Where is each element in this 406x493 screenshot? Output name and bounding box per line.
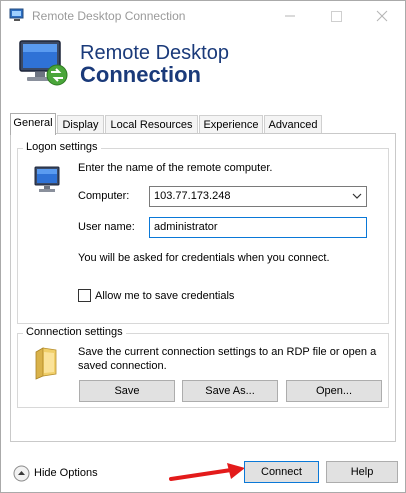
logon-settings-group: Logon settings Enter the name of the rem…	[17, 141, 389, 324]
connect-button[interactable]: Connect	[244, 461, 319, 483]
chevron-down-icon[interactable]	[352, 192, 362, 200]
logon-settings-legend: Logon settings	[23, 141, 101, 153]
save-as-button[interactable]: Save As...	[182, 380, 278, 402]
title-bar[interactable]: Remote Desktop Connection	[1, 1, 405, 31]
close-icon	[376, 10, 388, 22]
connection-description-line2: saved connection.	[78, 360, 167, 372]
tab-advanced[interactable]: Advanced	[264, 115, 322, 134]
credentials-note: You will be asked for credentials when y…	[78, 252, 330, 264]
close-button[interactable]	[359, 1, 405, 31]
tab-experience[interactable]: Experience	[199, 115, 263, 134]
logon-instruction: Enter the name of the remote computer.	[78, 162, 273, 174]
username-label: User name:	[78, 221, 135, 233]
connection-description-line1: Save the current connection settings to …	[78, 346, 377, 358]
general-tab-panel: Logon settings Enter the name of the rem…	[10, 133, 396, 442]
computer-combobox[interactable]: 103.77.173.248	[149, 186, 367, 207]
save-credentials-label[interactable]: Allow me to save credentials	[95, 290, 234, 302]
rdp-app-icon	[9, 8, 24, 21]
window-title: Remote Desktop Connection	[32, 9, 186, 23]
open-button[interactable]: Open...	[286, 380, 382, 402]
annotation-arrow-icon	[169, 463, 245, 481]
remote-desktop-logo-icon	[19, 40, 68, 86]
connection-settings-group: Connection settings Save the current con…	[17, 326, 389, 408]
username-value: administrator	[154, 221, 218, 233]
connection-settings-legend: Connection settings	[23, 326, 126, 338]
save-button[interactable]: Save	[79, 380, 175, 402]
tab-display[interactable]: Display	[57, 115, 104, 134]
save-credentials-checkbox[interactable]	[78, 289, 91, 302]
computer-icon	[34, 166, 60, 192]
chevron-up-circle-icon[interactable]	[13, 465, 30, 482]
username-input[interactable]: administrator	[149, 217, 367, 238]
minimize-icon	[285, 15, 295, 17]
maximize-button[interactable]	[313, 1, 359, 31]
computer-value: 103.77.173.248	[154, 190, 231, 202]
hide-options-link[interactable]: Hide Options	[34, 467, 98, 479]
folder-icon	[35, 347, 57, 380]
computer-label: Computer:	[78, 190, 130, 202]
maximize-icon	[331, 11, 342, 22]
minimize-button[interactable]	[267, 1, 313, 31]
banner-title-line2: Connection	[80, 62, 201, 87]
header-banner: Remote Desktop Connection	[1, 31, 405, 97]
help-button[interactable]: Help	[326, 461, 398, 483]
tab-general[interactable]: General	[10, 113, 56, 135]
remote-desktop-window: Remote Desktop Connection Remote Desktop…	[0, 0, 406, 493]
tab-local-resources[interactable]: Local Resources	[105, 115, 198, 134]
